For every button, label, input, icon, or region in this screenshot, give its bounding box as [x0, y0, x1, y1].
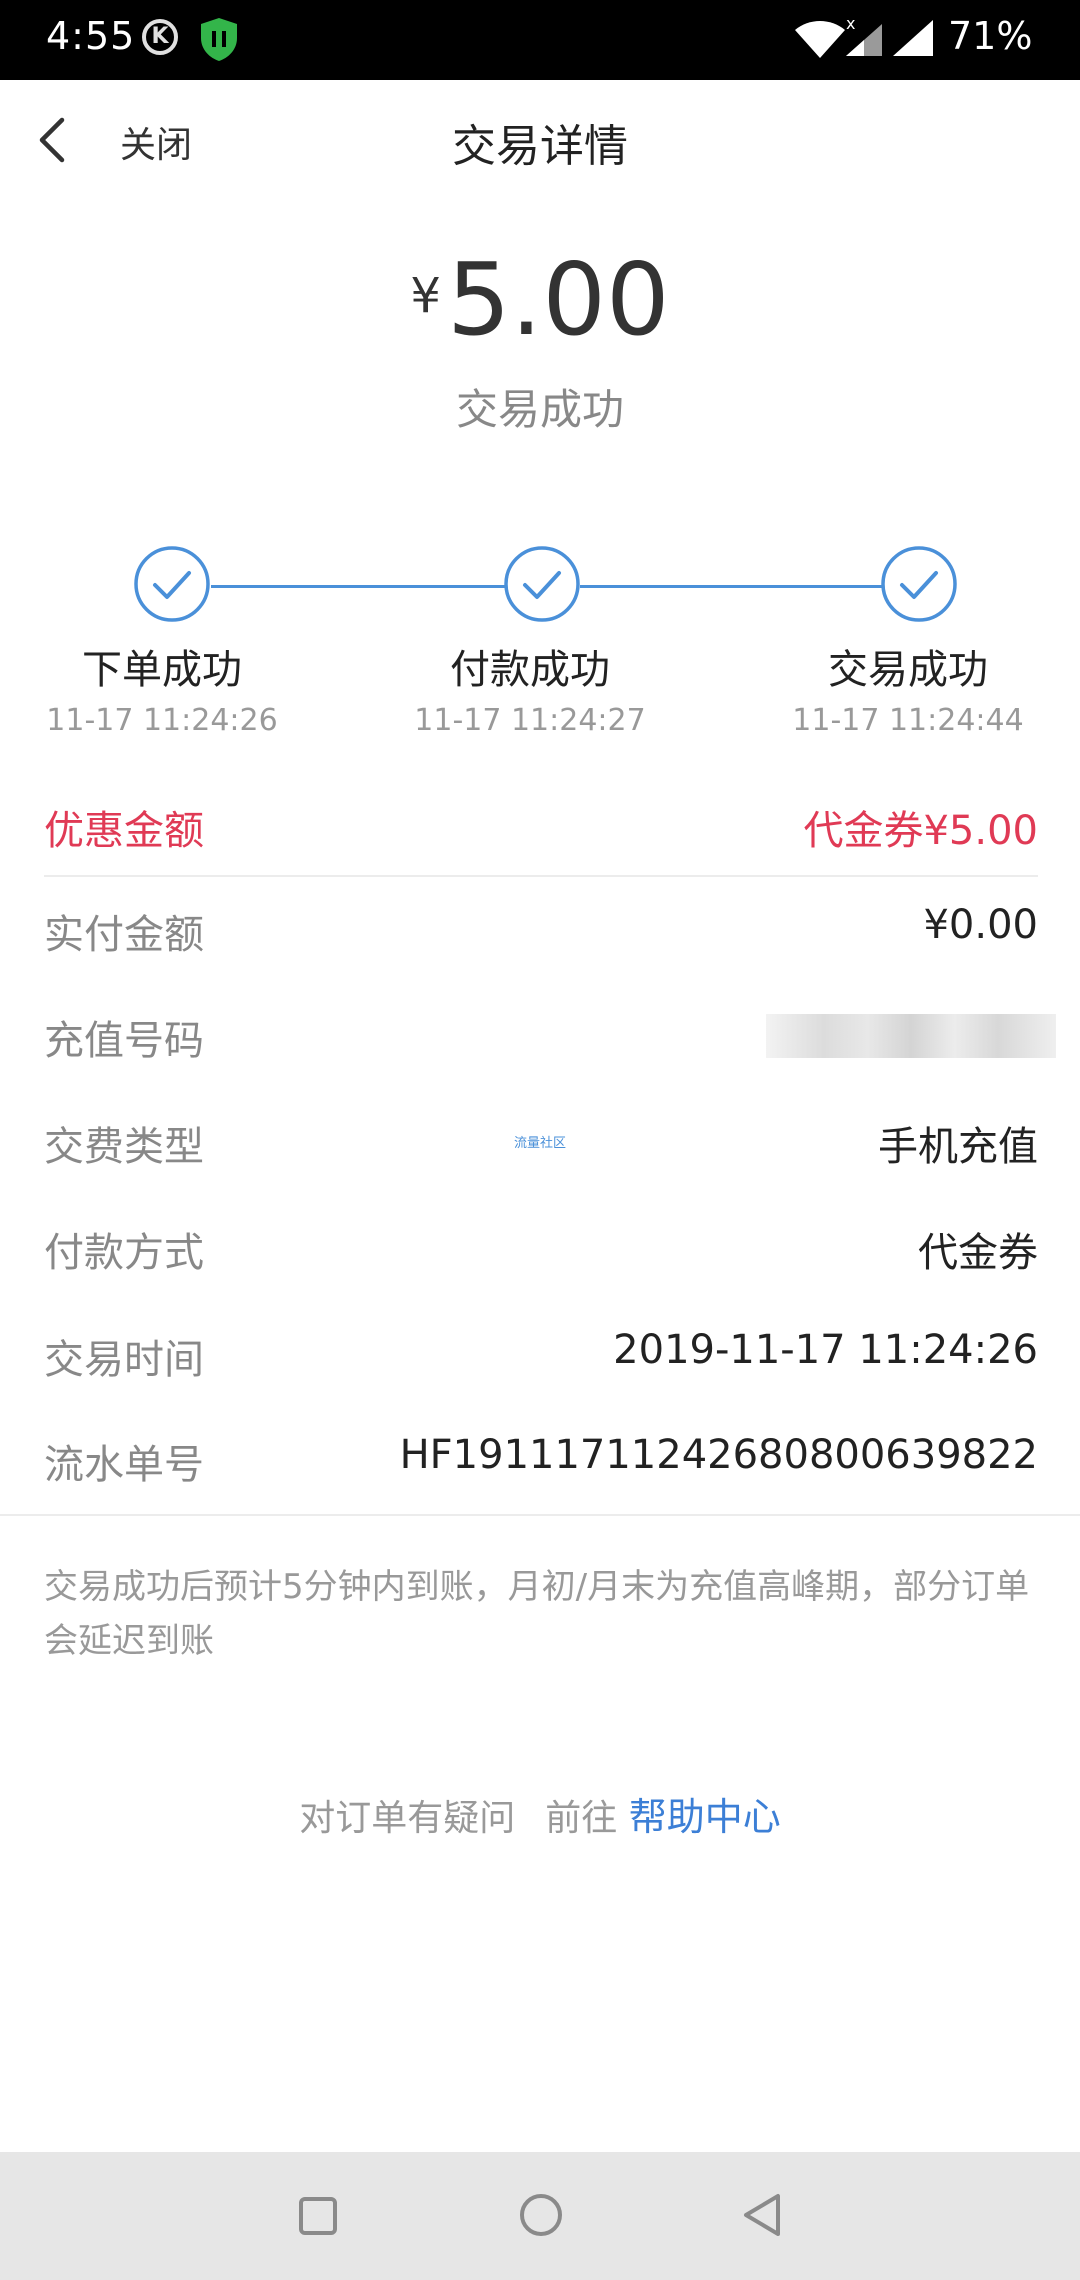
help-center-link[interactable]: 帮助中心	[629, 1795, 781, 1839]
section-divider	[0, 1514, 1080, 1516]
detail-value: 2019-11-17 11:24:26	[613, 1327, 1038, 1373]
step-check-icon	[134, 546, 210, 622]
back-triangle-icon[interactable]	[740, 2192, 784, 2238]
signal-strength-icon	[893, 20, 933, 56]
detail-label: 交易时间	[44, 1337, 204, 1383]
detail-label: 付款方式	[44, 1230, 204, 1276]
detail-row-serial: 流水单号 HF19111711242680800639822	[44, 1408, 1038, 1508]
home-icon[interactable]	[518, 2192, 564, 2238]
shield-icon	[201, 18, 237, 61]
signal-icon	[846, 24, 882, 56]
step-check-icon	[504, 546, 580, 622]
divider	[44, 875, 1038, 877]
help-question: 对订单有疑问	[299, 1798, 516, 1839]
step-label: 下单成功	[82, 647, 242, 693]
battery-level: 71%	[948, 14, 1033, 58]
amount-value: 5.00	[446, 241, 670, 358]
step-label: 交易成功	[828, 647, 988, 693]
help-row: 对订单有疑问 前往 帮助中心	[0, 1786, 1080, 1841]
navigation-bar	[0, 2152, 1080, 2280]
progress-line	[211, 585, 508, 588]
detail-label: 优惠金额	[44, 808, 204, 854]
notice-text: 交易成功后预计5分钟内到账，月初/月末为充值高峰期，部分订单会延迟到账	[44, 1567, 1030, 1661]
detail-row-trade-time: 交易时间 2019-11-17 11:24:26	[44, 1303, 1038, 1403]
recent-apps-icon[interactable]	[298, 2196, 338, 2236]
page-title: 交易详情	[452, 121, 628, 172]
step-time: 11-17 11:24:26	[46, 703, 278, 738]
step-time: 11-17 11:24:44	[792, 703, 1024, 738]
detail-value: 手机充值	[878, 1124, 1038, 1170]
detail-value: 代金券	[918, 1230, 1038, 1276]
k-circle-icon: K	[142, 19, 178, 55]
status-time: 4:55	[46, 14, 136, 58]
detail-value: ¥0.00	[923, 902, 1038, 948]
status-bar: 4:55 K x 71%	[0, 0, 1080, 80]
header: 关闭 交易详情	[0, 80, 1080, 200]
detail-label: 充值号码	[44, 1018, 204, 1064]
transaction-status: 交易成功	[455, 385, 624, 434]
detail-label: 实付金额	[44, 912, 204, 958]
step-time: 11-17 11:24:27	[414, 703, 646, 738]
help-goto: 前往	[545, 1798, 618, 1839]
detail-row-paid: 实付金额 ¥0.00	[44, 878, 1038, 978]
detail-value: 代金券¥5.00	[803, 808, 1038, 854]
detail-value: HF19111711242680800639822	[399, 1432, 1038, 1478]
redacted-phone-number	[766, 1014, 1056, 1058]
step-label: 付款成功	[450, 647, 610, 693]
detail-row-pay-method: 付款方式 代金券	[44, 1196, 1038, 1296]
watermark: 流量社区	[514, 1136, 567, 1151]
amount-display: ¥5.00	[0, 250, 1080, 350]
step-check-icon	[881, 546, 957, 622]
currency-symbol: ¥	[410, 268, 441, 324]
wifi-icon	[795, 21, 845, 58]
detail-row-phone: 充值号码	[44, 984, 1056, 1084]
progress-tracker: 下单成功 付款成功 交易成功 11-17 11:24:26 11-17 11:2…	[0, 545, 1080, 745]
progress-line	[580, 585, 882, 588]
detail-label: 交费类型	[44, 1124, 204, 1170]
detail-row-discount: 优惠金额 代金券¥5.00	[44, 774, 1038, 874]
detail-label: 流水单号	[44, 1442, 204, 1488]
